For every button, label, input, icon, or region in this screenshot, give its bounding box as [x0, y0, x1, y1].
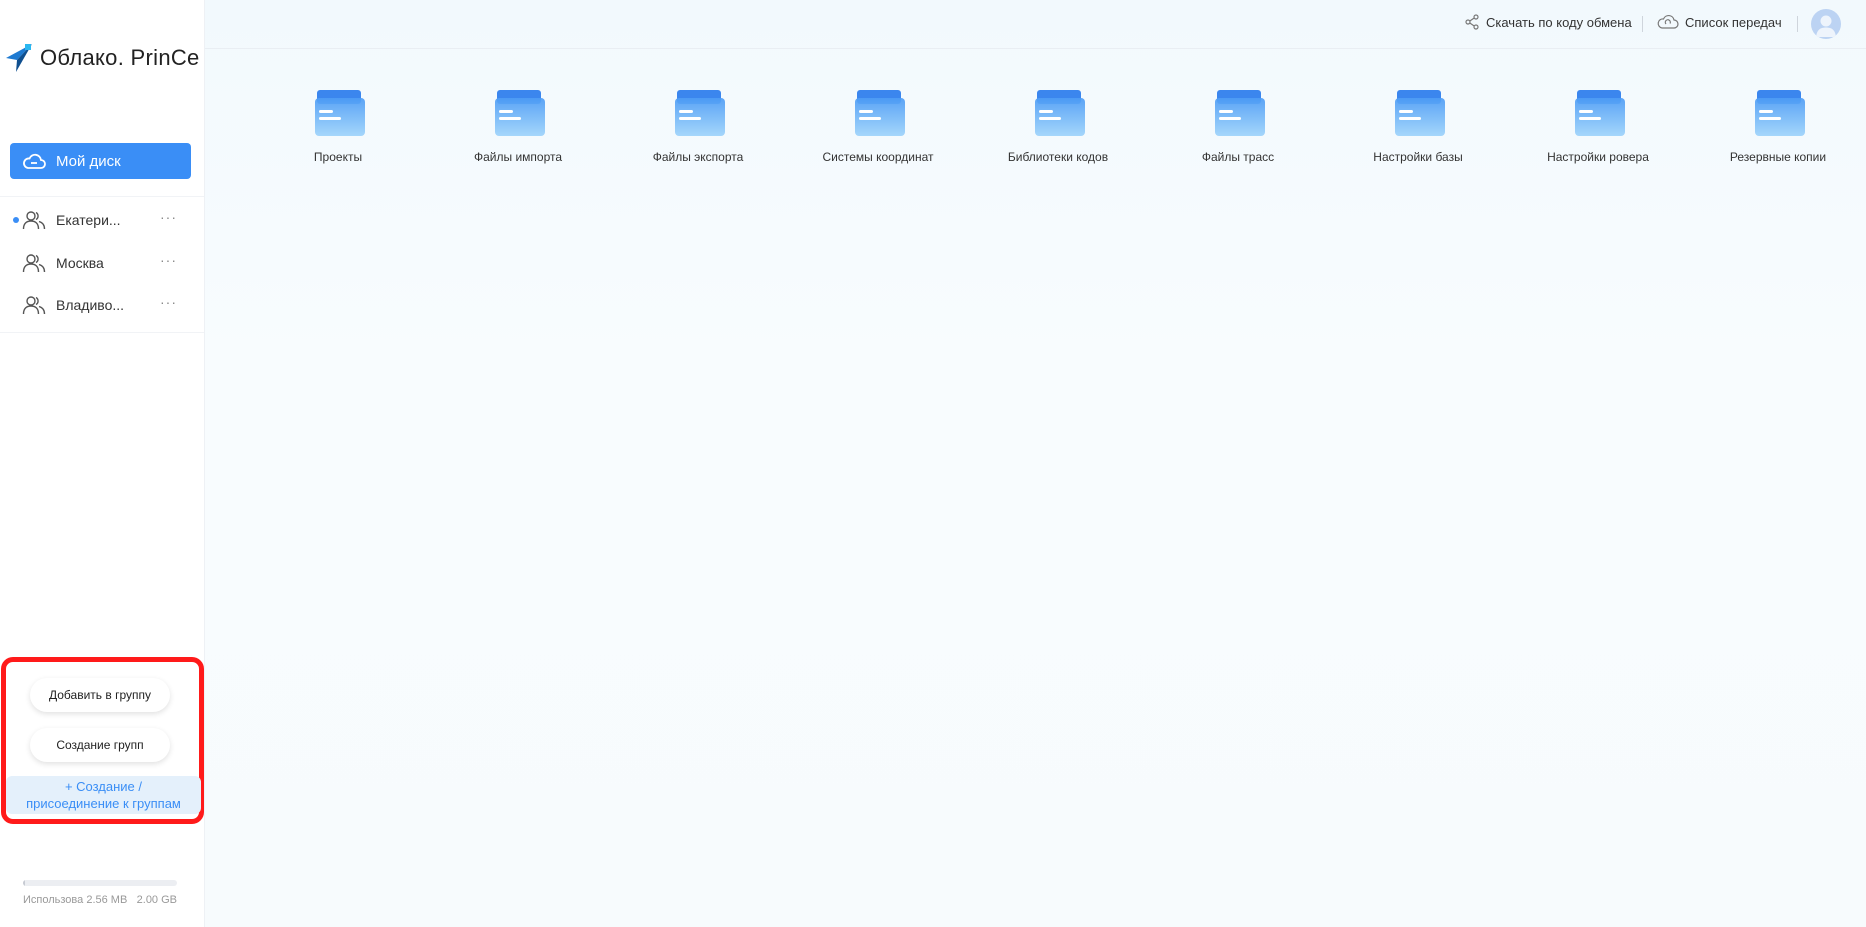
download-by-code-button[interactable]: Скачать по коду обмена [1464, 14, 1632, 30]
folder-item[interactable]: Файлы импорта [443, 86, 593, 176]
sidebar-divider [0, 332, 204, 333]
folder-item[interactable]: Файлы экспорта [623, 86, 773, 176]
app-logo[interactable]: Облако. PrinCe [4, 42, 200, 74]
more-icon[interactable]: ··· [160, 210, 177, 224]
folder-item[interactable]: Проекты [263, 86, 413, 176]
folder-item[interactable]: Настройки базы [1343, 86, 1493, 176]
sidebar-group-item[interactable]: Владиво... ··· [0, 285, 204, 325]
transfer-list-label: Список передач [1685, 14, 1782, 30]
folder-icon [675, 90, 725, 136]
sidebar-group-item[interactable]: Екатери... ··· [0, 200, 204, 240]
more-icon[interactable]: ··· [160, 253, 177, 267]
folder-icon [1755, 90, 1805, 136]
group-icon [22, 296, 46, 315]
storage-bar-fill [23, 880, 25, 886]
folder-name: Настройки базы [1373, 150, 1463, 164]
folder-icon [495, 90, 545, 136]
folder-name: Файлы трасс [1201, 150, 1275, 164]
storage-total: 2.00 GB [136, 894, 177, 906]
user-icon [1816, 15, 1836, 37]
folder-item[interactable]: Системы координат [803, 86, 953, 176]
group-name: Владиво... [56, 297, 125, 313]
share-icon [1465, 14, 1479, 30]
storage-usage: Использова 2.56 MB 2.00 GB [23, 880, 177, 906]
logo-text: Облако. PrinCe [40, 45, 200, 70]
storage-bar [23, 880, 177, 886]
top-separator [1797, 16, 1798, 32]
folder-item[interactable]: Резервные копии [1703, 86, 1853, 176]
group-name: Москва [56, 255, 104, 271]
group-name: Екатери... [56, 212, 121, 228]
group-icon [22, 254, 46, 273]
sidebar-group-item[interactable]: Москва ··· [0, 243, 204, 283]
folder-icon [855, 90, 905, 136]
folder-icon [1035, 90, 1085, 136]
folder-icon [1215, 90, 1265, 136]
folder-icon [315, 90, 365, 136]
download-by-code-label: Скачать по коду обмена [1486, 14, 1632, 30]
create-join-groups-button[interactable]: + Создание / присоединение к группам [6, 776, 201, 814]
top-separator [1642, 16, 1643, 32]
folder-item[interactable]: Файлы трасс [1163, 86, 1313, 176]
create-groups-button[interactable]: Создание групп [30, 728, 170, 762]
main-area: Скачать по коду обмена Список передач Пр… [205, 0, 1866, 927]
my-disk-label: Мой диск [56, 152, 121, 170]
active-dot [13, 217, 19, 223]
storage-text: Использова 2.56 MB 2.00 GB [23, 894, 177, 906]
folder-name: Проекты [313, 150, 363, 164]
folder-name: Библиотеки кодов [1007, 150, 1109, 164]
folder-name: Настройки ровера [1547, 150, 1649, 164]
user-avatar[interactable] [1811, 9, 1841, 39]
sidebar: Облако. PrinCe Мой диск Екатери... ··· М… [0, 0, 205, 927]
folder-name: Файлы импорта [473, 150, 563, 164]
folder-icon [1395, 90, 1445, 136]
transfer-list-button[interactable]: Список передач [1657, 14, 1782, 30]
folder-icon [1575, 90, 1625, 136]
more-icon[interactable]: ··· [160, 295, 177, 309]
cloud-icon [23, 153, 46, 169]
my-disk-button[interactable]: Мой диск [10, 143, 191, 179]
folder-name: Системы координат [822, 150, 934, 164]
folder-name: Файлы экспорта [652, 150, 744, 164]
storage-used: Использова 2.56 MB [23, 894, 128, 906]
cloud-sync-icon [1657, 14, 1679, 29]
top-bar: Скачать по коду обмена Список передач [205, 0, 1866, 49]
folder-name: Резервные копии [1729, 150, 1827, 164]
sidebar-divider [0, 196, 204, 197]
add-to-group-button[interactable]: Добавить в группу [30, 678, 170, 712]
group-icon [22, 211, 46, 230]
folder-item[interactable]: Библиотеки кодов [983, 86, 1133, 176]
folder-item[interactable]: Настройки ровера [1523, 86, 1673, 176]
logo-icon [6, 44, 32, 72]
create-join-groups-label: + Создание / присоединение к группам [26, 779, 181, 811]
